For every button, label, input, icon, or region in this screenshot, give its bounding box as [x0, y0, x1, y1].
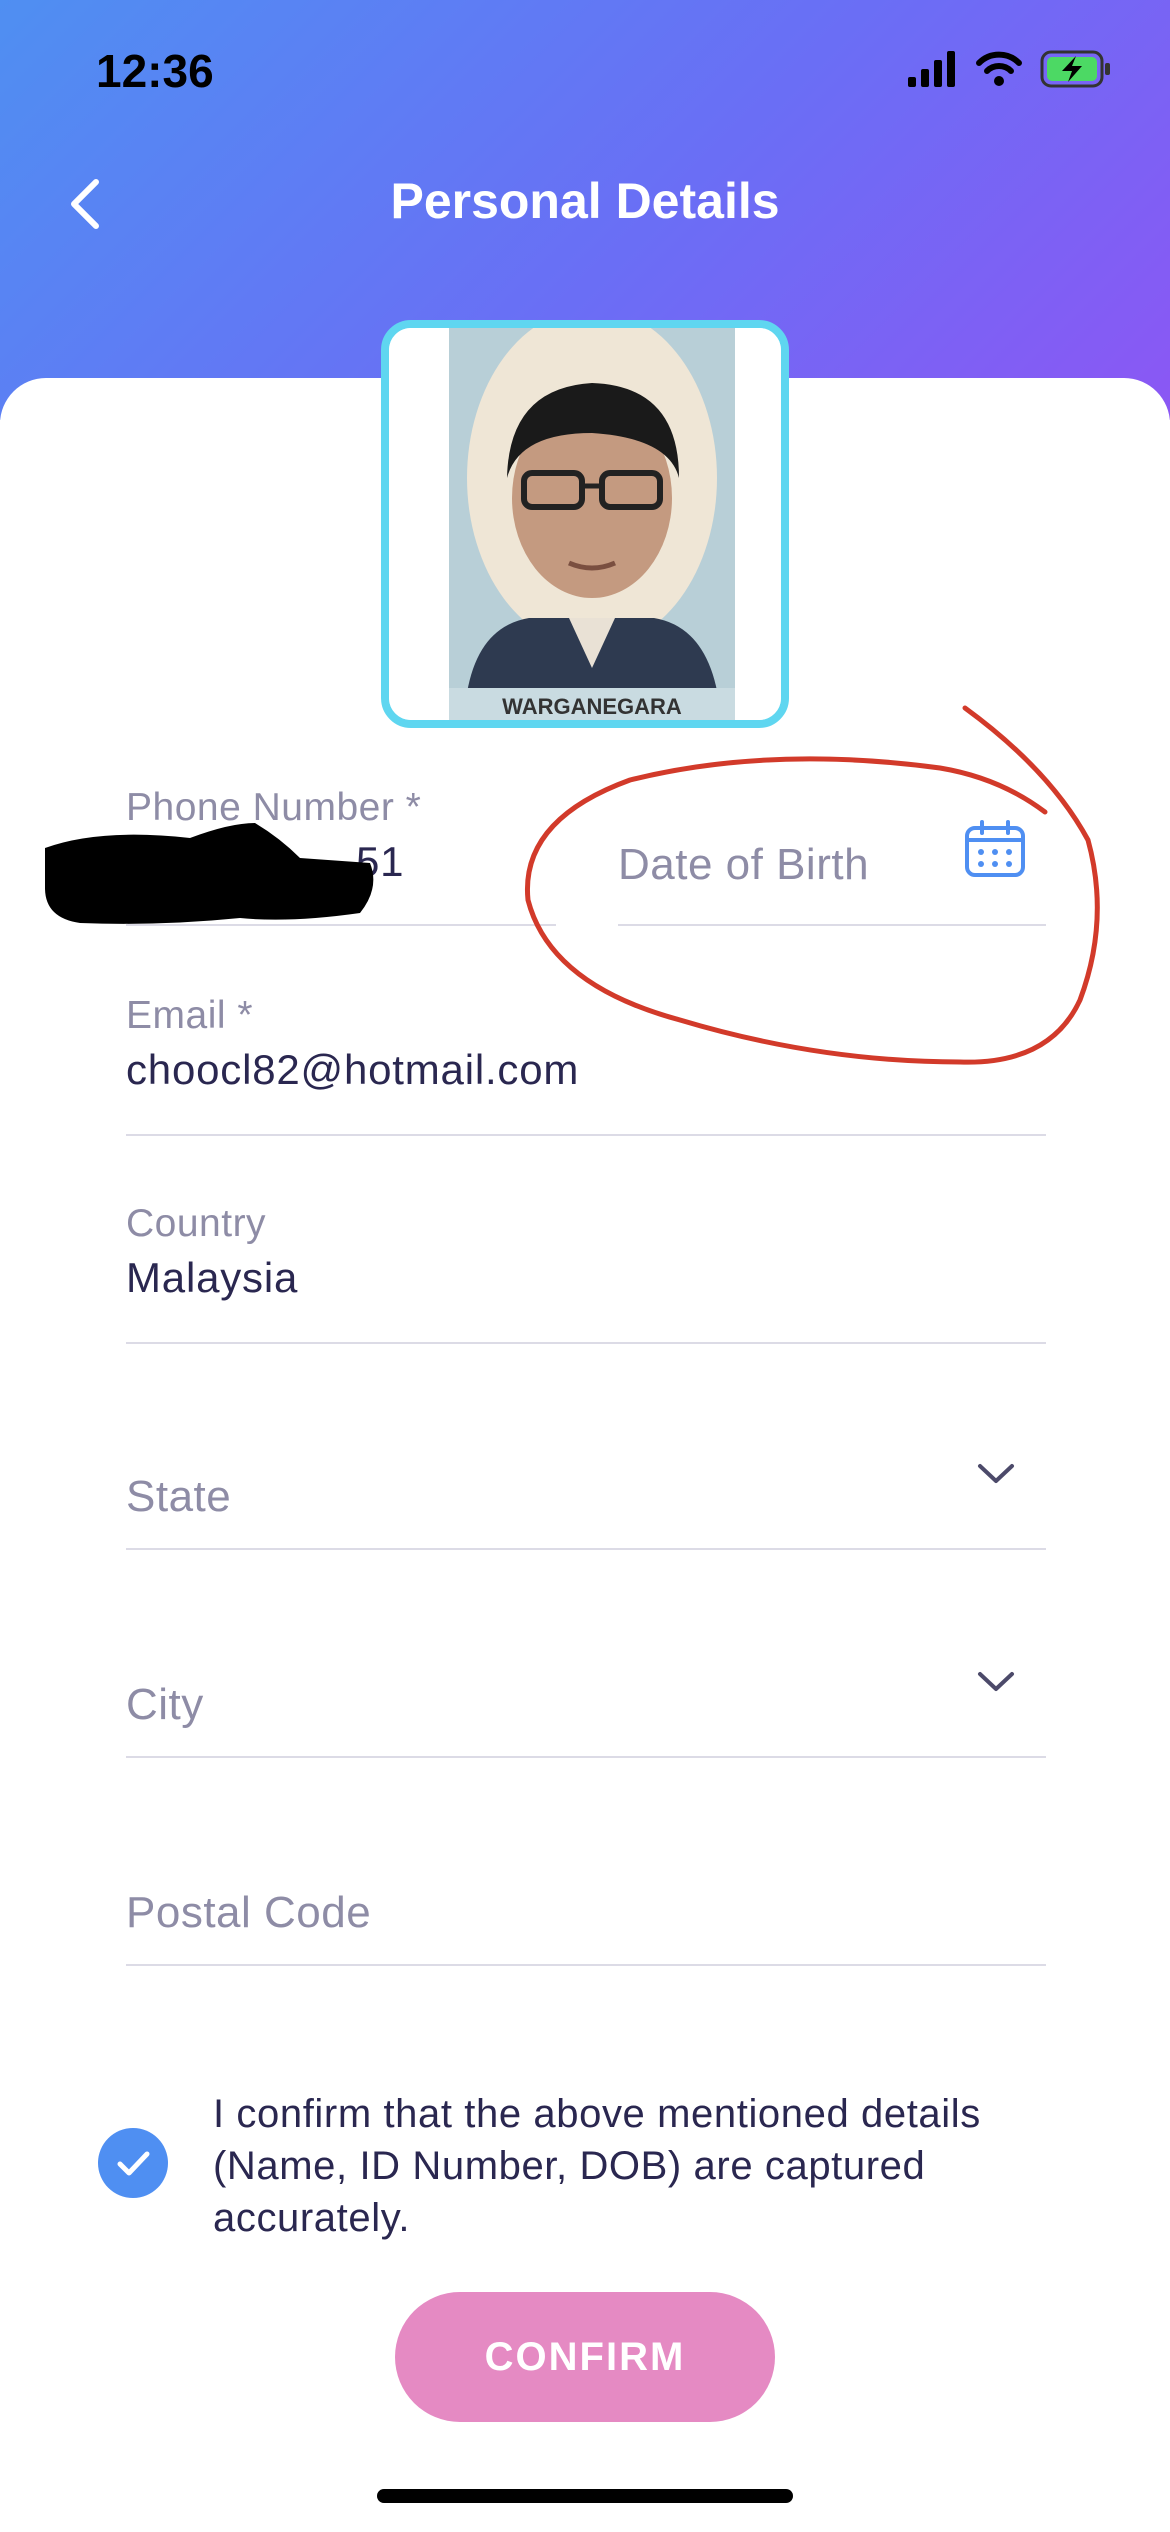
battery-icon	[1040, 50, 1110, 88]
confirm-checkbox[interactable]	[98, 2128, 168, 2198]
id-photo: WARGANEGARA	[381, 320, 789, 728]
postal-code-placeholder: Postal Code	[126, 1888, 372, 1937]
email-underline	[126, 1134, 1046, 1136]
chevron-down-icon	[978, 1464, 1014, 1483]
checkmark-icon	[117, 2151, 150, 2176]
page-title: Personal Details	[390, 173, 780, 229]
country-label: Country	[126, 1202, 267, 1245]
home-indicator[interactable]	[377, 2489, 793, 2503]
city-dropdown[interactable]: City	[126, 1672, 1046, 1758]
email-value: choocl82@hotmail.com	[126, 1046, 580, 1093]
postal-code-field[interactable]: Postal Code	[126, 1888, 1046, 1966]
country-underline	[126, 1342, 1046, 1344]
confirm-text: I confirm that the above mentioned detai…	[213, 2092, 981, 2240]
email-field[interactable]: Email * choocl82@hotmail.com	[126, 994, 1046, 1136]
email-label: Email *	[126, 994, 254, 1037]
chevron-down-icon	[978, 1672, 1014, 1691]
state-underline	[126, 1548, 1046, 1550]
postal-underline	[126, 1964, 1046, 1966]
state-dropdown[interactable]: State	[126, 1464, 1046, 1550]
country-field[interactable]: Country Malaysia	[126, 1202, 1046, 1344]
redaction-mark	[45, 823, 374, 924]
country-value: Malaysia	[126, 1254, 299, 1301]
signal-icon	[908, 51, 955, 87]
city-placeholder: City	[126, 1680, 204, 1729]
confirm-button[interactable]: CONFIRM	[395, 2292, 775, 2422]
state-placeholder: State	[126, 1472, 232, 1521]
status-icons	[908, 50, 1112, 88]
city-underline	[126, 1756, 1046, 1758]
wifi-icon	[976, 51, 1022, 86]
status-time: 12:36	[96, 45, 214, 97]
